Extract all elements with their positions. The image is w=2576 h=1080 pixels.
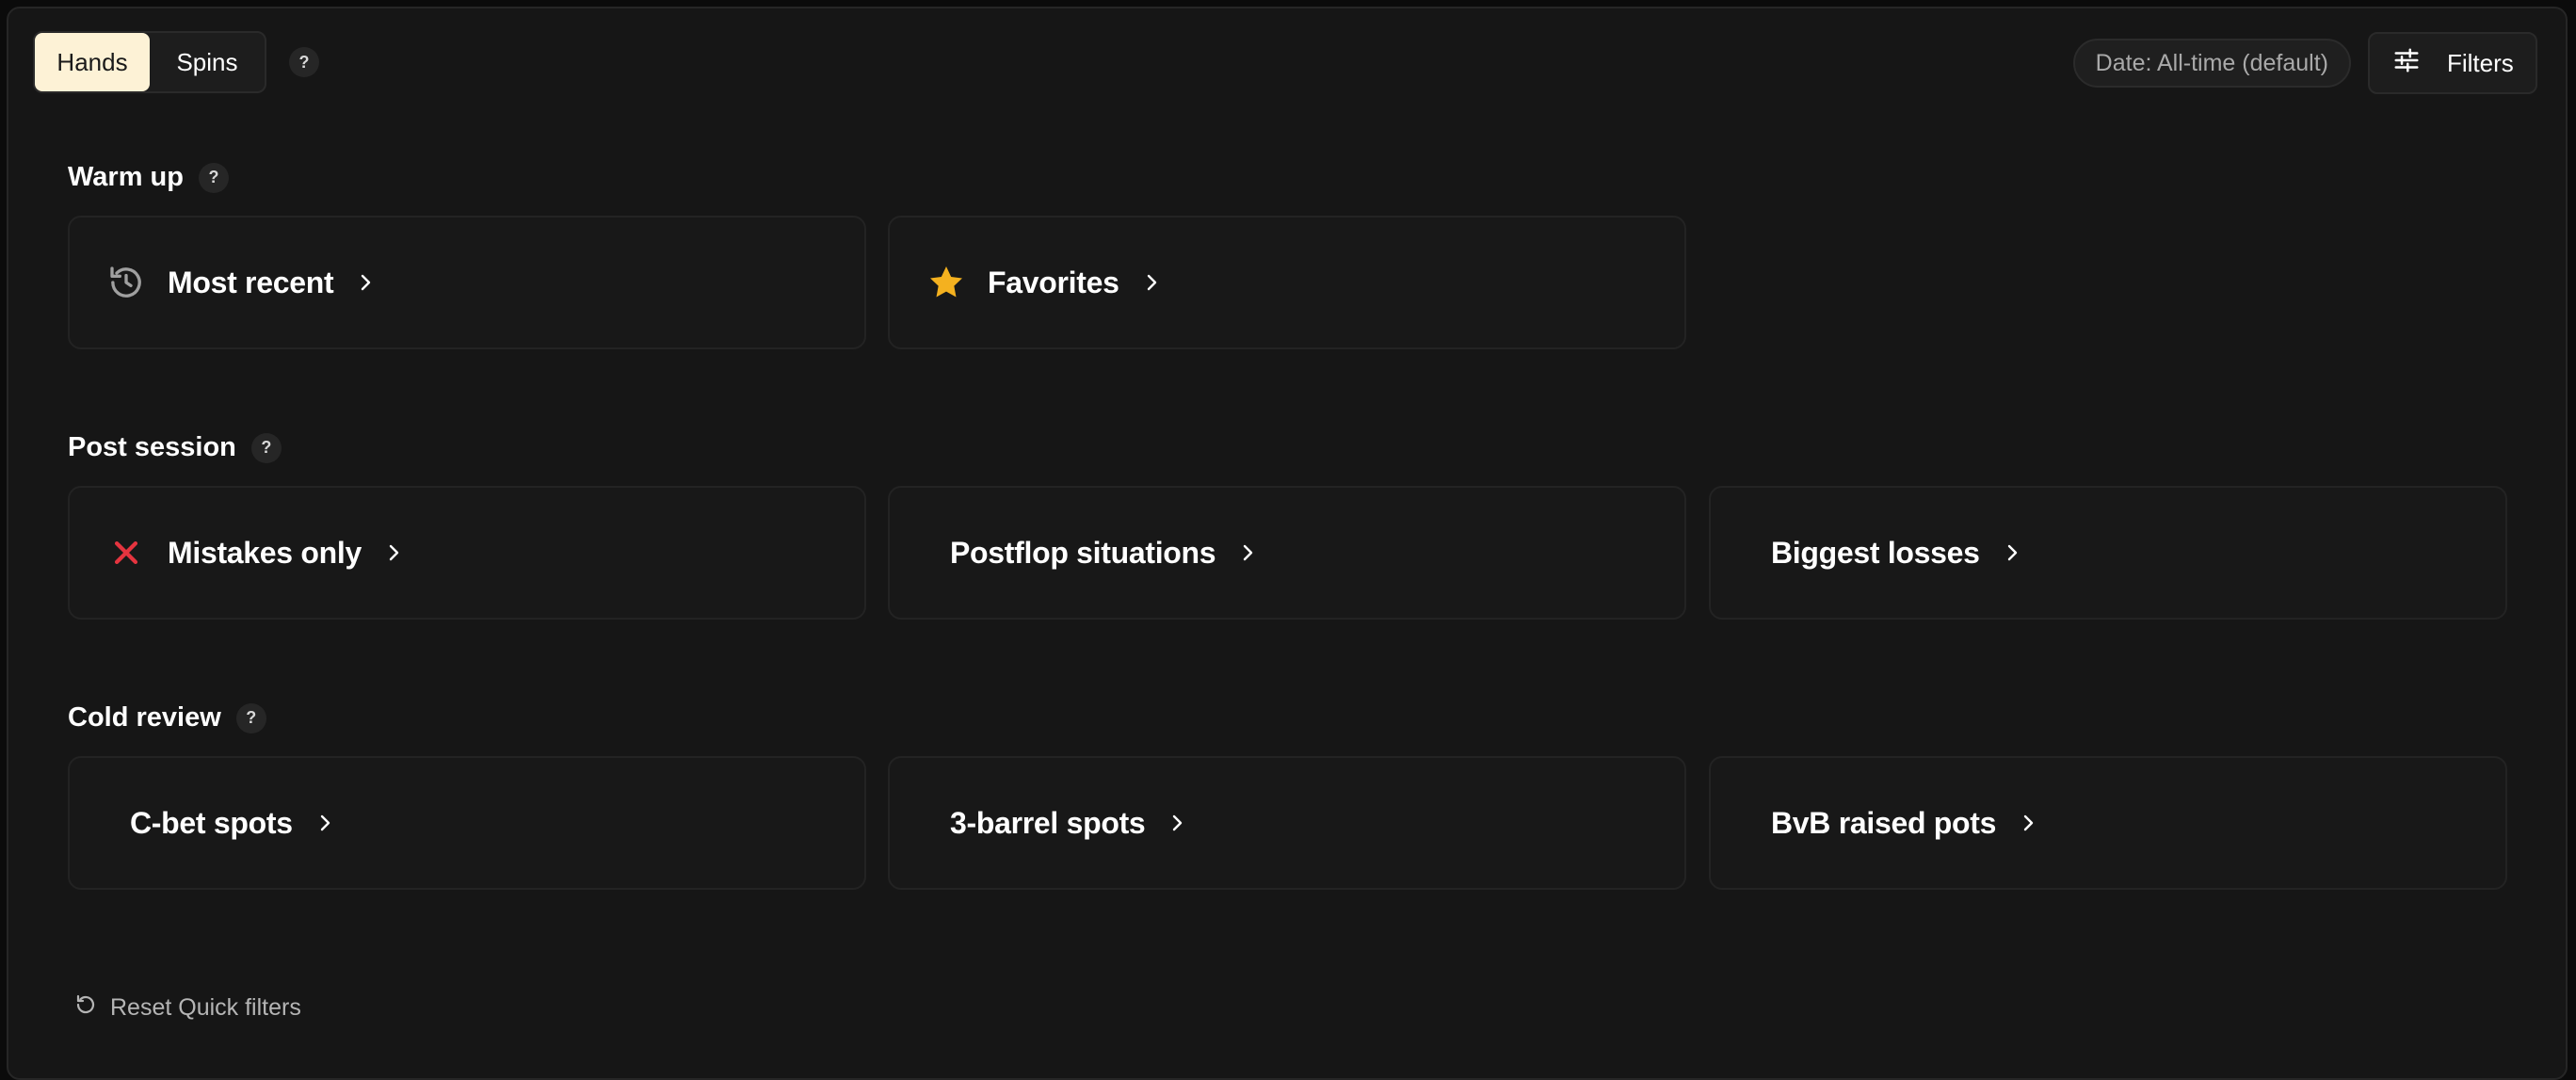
help-icon[interactable]: ? [250, 432, 282, 463]
sliders-icon [2392, 46, 2421, 81]
filters-button[interactable]: Filters [2368, 32, 2537, 94]
section-title-text: Cold review [68, 702, 221, 733]
tab-spins[interactable]: Spins [150, 33, 265, 91]
card-label: Mistakes only [168, 535, 362, 570]
card-mistakes-only[interactable]: Mistakes only [68, 486, 866, 620]
card-bvb-raised-pots[interactable]: BvB raised pots [1709, 756, 2507, 890]
quick-filters-panel: Hands Spins ? Date: All-time (default) F… [7, 7, 2568, 1080]
mode-tabs-bar: Hands Spins ? [33, 31, 319, 93]
chevron-right-icon [354, 271, 377, 294]
card-favorites[interactable]: Favorites [888, 216, 1686, 349]
tab-hands[interactable]: Hands [35, 33, 150, 91]
card-c-bet-spots[interactable]: C-bet spots [68, 756, 866, 890]
card-label: Most recent [168, 265, 334, 299]
filters-label: Filters [2447, 48, 2514, 77]
chevron-right-icon [1140, 271, 1163, 294]
section-title-cold-review: Cold review ? [68, 702, 266, 733]
mode-toggle: Hands Spins [33, 31, 266, 93]
reset-quick-filters-button[interactable]: Reset Quick filters [74, 993, 301, 1023]
toolbar: Date: All-time (default) Filters [2072, 32, 2537, 94]
card-label: BvB raised pots [1771, 805, 1997, 840]
date-filter-pill[interactable]: Date: All-time (default) [2072, 39, 2351, 88]
card-label: C-bet spots [130, 805, 293, 840]
reset-icon [74, 993, 97, 1023]
chevron-right-icon [1236, 541, 1259, 564]
card-label: Postflop situations [950, 535, 1216, 570]
card-label: 3-barrel spots [950, 805, 1146, 840]
star-icon [927, 264, 965, 301]
section-title-post-session: Post session ? [68, 432, 282, 463]
section-title-text: Post session [68, 432, 236, 462]
mode-help-icon[interactable]: ? [289, 47, 319, 77]
chevron-right-icon [382, 541, 405, 564]
chevron-right-icon [2001, 541, 2023, 564]
card-label: Favorites [988, 265, 1119, 299]
section-title-warm-up: Warm up ? [68, 162, 229, 193]
help-icon[interactable]: ? [198, 162, 229, 193]
section-title-text: Warm up [68, 162, 184, 192]
card-most-recent[interactable]: Most recent [68, 216, 866, 349]
card-postflop-situations[interactable]: Postflop situations [888, 486, 1686, 620]
chevron-right-icon [2017, 812, 2039, 834]
card-biggest-losses[interactable]: Biggest losses [1709, 486, 2507, 620]
chevron-right-icon [314, 812, 336, 834]
x-icon [107, 534, 145, 572]
chevron-right-icon [1166, 812, 1188, 834]
history-icon [107, 264, 145, 301]
help-icon[interactable]: ? [235, 702, 266, 733]
card-label: Biggest losses [1771, 535, 1980, 570]
reset-label: Reset Quick filters [110, 994, 301, 1021]
card-3-barrel-spots[interactable]: 3-barrel spots [888, 756, 1686, 890]
